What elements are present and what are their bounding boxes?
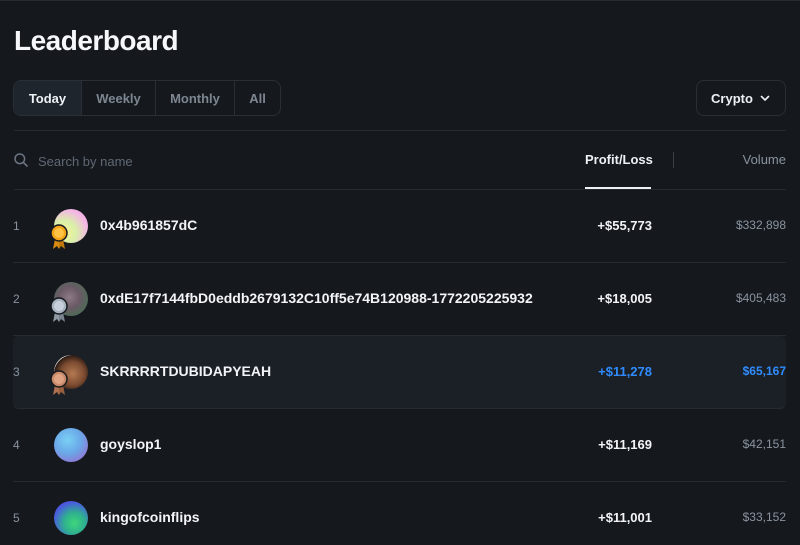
column-header-volume[interactable]: Volume	[743, 152, 786, 167]
username[interactable]: goyslop1	[100, 436, 161, 452]
rank: 4	[13, 438, 20, 452]
volume-value: $405,483	[735, 291, 786, 305]
table-row-current-user[interactable]: 3 SKRRRRTDUBIDAPYEAH +$11,278 $65,167	[13, 336, 786, 409]
silver-medal-icon	[50, 297, 68, 322]
category-dropdown[interactable]: Crypto	[696, 80, 786, 116]
header-divider	[14, 130, 786, 131]
username[interactable]: kingofcoinflips	[100, 509, 200, 525]
tab-weekly[interactable]: Weekly	[82, 81, 156, 115]
rank: 1	[13, 219, 20, 233]
profit-value: +$18,005	[597, 291, 652, 306]
table-row[interactable]: 4 goyslop1 +$11,169 $42,151	[13, 409, 786, 482]
column-header-profit-loss[interactable]: Profit/Loss	[585, 152, 653, 167]
volume-value: $65,167	[742, 364, 786, 378]
table-row[interactable]: 1 0x4b961857dC +$55,773 $332,898	[13, 190, 786, 263]
tab-all[interactable]: All	[235, 81, 280, 115]
chevron-down-icon	[760, 95, 770, 101]
rank: 2	[13, 292, 20, 306]
table-row[interactable]: 5 kingofcoinflips +$11,001 $33,152	[13, 482, 786, 545]
search-input[interactable]	[38, 151, 338, 171]
profit-value: +$11,278	[598, 364, 652, 379]
username[interactable]: SKRRRRTDUBIDAPYEAH	[100, 363, 271, 379]
category-dropdown-label: Crypto	[711, 90, 753, 106]
gold-medal-icon	[50, 224, 68, 249]
volume-value: $33,152	[742, 510, 786, 524]
volume-value: $332,898	[735, 218, 786, 232]
avatar	[54, 501, 88, 535]
bronze-medal-icon	[50, 370, 68, 395]
avatar	[54, 428, 88, 462]
column-separator	[673, 152, 674, 168]
period-tabs: Today Weekly Monthly All	[13, 80, 281, 116]
profit-value: +$11,001	[598, 510, 652, 525]
tab-monthly[interactable]: Monthly	[156, 81, 235, 115]
username[interactable]: 0x4b961857dC	[100, 217, 197, 233]
leaderboard-page: Leaderboard Today Weekly Monthly All Cry…	[0, 0, 800, 545]
profit-value: +$55,773	[597, 218, 652, 233]
page-title: Leaderboard	[14, 25, 179, 56]
profit-value: +$11,169	[598, 437, 652, 452]
rank: 3	[13, 365, 20, 379]
username[interactable]: 0xdE17f7144fbD0eddb2679132C10ff5e74B1209…	[100, 290, 533, 306]
tab-today[interactable]: Today	[14, 81, 82, 115]
rank: 5	[13, 511, 20, 525]
table-row[interactable]: 2 0xdE17f7144fbD0eddb2679132C10ff5e74B12…	[13, 263, 786, 336]
search-icon	[14, 153, 28, 167]
volume-value: $42,151	[742, 437, 786, 451]
